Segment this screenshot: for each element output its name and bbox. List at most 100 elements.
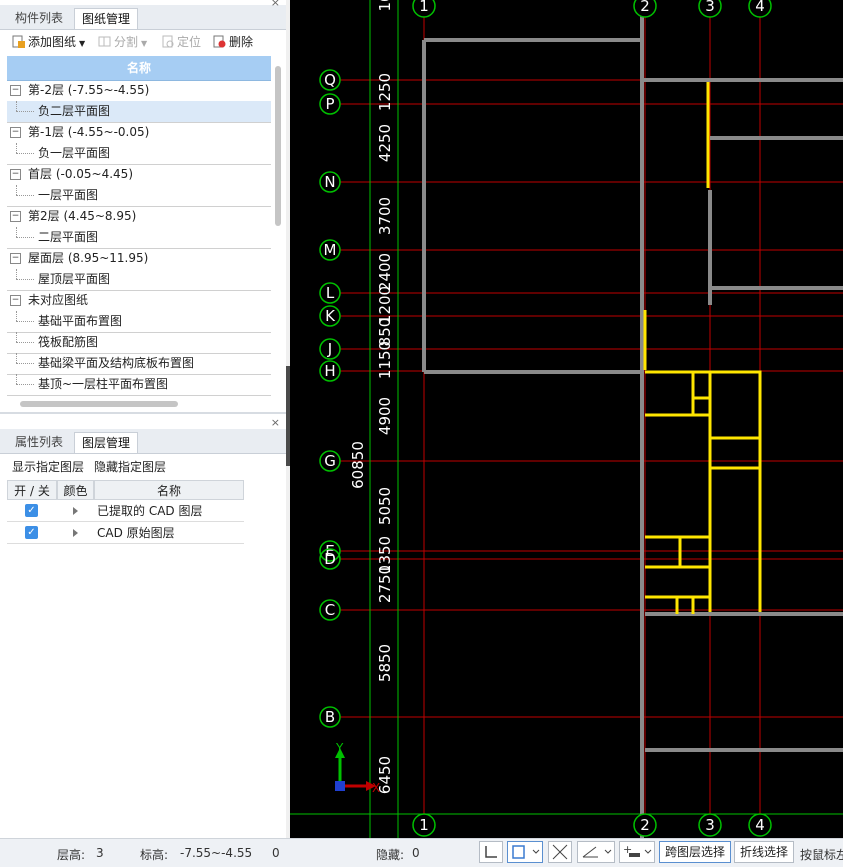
tree-item[interactable]: 屋顶层平面图 [7, 269, 271, 291]
column-axis-label: 4 [755, 0, 765, 15]
locate-button[interactable]: 定位 [161, 33, 201, 51]
tab-property-list[interactable]: 属性列表 [8, 432, 70, 452]
tree-label: 基顶~一层柱平面布置图 [38, 377, 169, 391]
dimension-text: 3700 [376, 197, 394, 235]
expand-arrow-icon[interactable] [73, 529, 78, 537]
tree-connector [16, 353, 18, 363]
tree-item[interactable]: 基础梁平面及结构底板布置图 [7, 353, 271, 375]
column-axis-bubbles: 1 1 2 2 3 3 4 4 [412, 0, 772, 837]
column-axis-label: 2 [640, 816, 650, 834]
tree-item[interactable]: 负一层平面图 [7, 143, 271, 165]
expand-arrow-icon[interactable] [73, 507, 78, 515]
cross-button[interactable] [548, 841, 572, 863]
tree-item[interactable]: 一层平面图 [7, 185, 271, 207]
tree-connector [16, 321, 34, 323]
tab-drawing-management[interactable]: 图纸管理 [74, 8, 139, 29]
dimension-text: 5850 [376, 644, 394, 682]
tree-group[interactable]: − 屋面层 (8.95~11.95) [7, 248, 271, 269]
dimension-text: 4250 [376, 124, 394, 162]
column-axis-bubble: 4 [748, 813, 772, 837]
column-axis-bubble: 1 [412, 0, 436, 18]
row-axis-label: Q [324, 71, 336, 89]
tree-vertical-scrollbar[interactable] [275, 66, 281, 226]
column-axis-bubble: 2 [633, 0, 657, 18]
column-axis-label: 4 [755, 816, 765, 834]
row-axis-bubble: G [319, 450, 341, 472]
tree-label: 负一层平面图 [38, 146, 111, 160]
add-drawing-button[interactable]: 添加图纸 ▼ [12, 33, 85, 51]
tree-label: 第2层 (4.45~8.95) [28, 209, 137, 223]
tree-connector [16, 237, 34, 239]
col-name: 名称 [94, 480, 244, 500]
elevation-label: 标高: [140, 848, 169, 862]
tree-item[interactable]: 二层平面图 [7, 227, 271, 249]
tree-group[interactable]: − 首层 (-0.05~4.45) [7, 164, 271, 185]
tree-connector [16, 153, 34, 155]
collapse-icon[interactable]: − [10, 127, 21, 138]
row-axis-label: N [324, 173, 335, 191]
row-axis-bubble: C [319, 599, 341, 621]
tree-label: 基础梁平面及结构底板布置图 [38, 356, 195, 370]
checkbox[interactable]: ✓ [25, 526, 38, 539]
dimension-text: 2400 [376, 253, 394, 291]
tree-group[interactable]: − 第-1层 (-4.55~-0.05) [7, 122, 271, 143]
angle-button[interactable] [577, 841, 615, 863]
dimension-text: 5050 [376, 487, 394, 525]
tree-item[interactable]: 基顶~一层柱平面布置图 [7, 374, 271, 396]
split-button[interactable]: 分割 ▼ [98, 33, 147, 51]
hidden-value: 0 [412, 846, 420, 860]
tree-connector [16, 279, 34, 281]
checkbox[interactable]: ✓ [25, 504, 38, 517]
split-label: 分割 [114, 35, 139, 49]
tree-group[interactable]: − 第2层 (4.45~8.95) [7, 206, 271, 227]
row-axis-bubble: N [319, 171, 341, 193]
collapse-icon[interactable]: − [10, 253, 21, 264]
tab-component-list[interactable]: 构件列表 [8, 8, 70, 28]
tree-group[interactable]: − 第-2层 (-7.55~-4.55) [7, 80, 271, 101]
dimension-text: 1150 [376, 341, 394, 379]
tree-connector [16, 363, 34, 365]
cross-icon [552, 844, 568, 860]
column-axis-bubble: 1 [412, 813, 436, 837]
show-layer-link[interactable]: 显示指定图层 [12, 460, 84, 474]
tab-layer-management[interactable]: 图层管理 [74, 432, 139, 453]
row-axis-bubble: Q [319, 69, 341, 91]
elevation-value: -7.55~-4.55 [180, 846, 253, 860]
collapse-icon[interactable]: − [10, 211, 21, 222]
tree-item[interactable]: 筏板配筋图 [7, 332, 271, 354]
delete-button[interactable]: 删除 [213, 33, 253, 51]
tree-label: 第-2层 (-7.55~-4.55) [28, 83, 150, 97]
collapse-icon[interactable]: − [10, 85, 21, 96]
tree-group[interactable]: − 未对应图纸 [7, 290, 271, 311]
tree-label: 未对应图纸 [28, 293, 89, 307]
by-mouse-text: 按鼠标左 [800, 848, 843, 862]
close-icon[interactable]: × [271, 0, 280, 9]
cad-canvas[interactable]: QPNMLKJHGEDCB 11223344 10 1250 4250 3700 240… [290, 0, 843, 838]
tree-item[interactable]: 负二层平面图 [7, 101, 271, 123]
polyline-select-button[interactable]: 折线选择 [734, 841, 795, 863]
collapse-icon[interactable]: − [10, 295, 21, 306]
tree-label: 屋面层 (8.95~11.95) [28, 251, 149, 265]
collapse-icon[interactable]: − [10, 169, 21, 180]
hide-layer-link[interactable]: 隐藏指定图层 [94, 460, 166, 474]
add-drawing-label: 添加图纸 [28, 35, 77, 49]
tree-label: 筏板配筋图 [38, 335, 99, 349]
cross-layer-select-button[interactable]: 跨图层选择 [659, 841, 732, 863]
tree-connector [16, 374, 18, 384]
column-axis-bubble: 2 [633, 813, 657, 837]
add-drawing-icon [12, 35, 25, 48]
plus-line-icon: + [623, 843, 652, 857]
delete-label: 删除 [229, 35, 254, 49]
tree-horizontal-scrollbar[interactable] [20, 401, 178, 407]
ortho-icon [485, 846, 497, 858]
row-axis-bubble: K [319, 305, 341, 327]
plus-line-button[interactable]: + [619, 841, 655, 863]
dimension-text: 2750 [376, 565, 394, 603]
column-axis-label: 1 [419, 816, 429, 834]
ortho-button[interactable] [479, 841, 503, 863]
snap-button[interactable] [507, 841, 543, 863]
tree-item[interactable]: 基础平面布置图 [7, 311, 271, 333]
layer-tabbar: 属性列表 图层管理 [0, 429, 286, 454]
close-icon[interactable]: × [271, 416, 280, 429]
column-axis-label: 3 [705, 0, 715, 15]
